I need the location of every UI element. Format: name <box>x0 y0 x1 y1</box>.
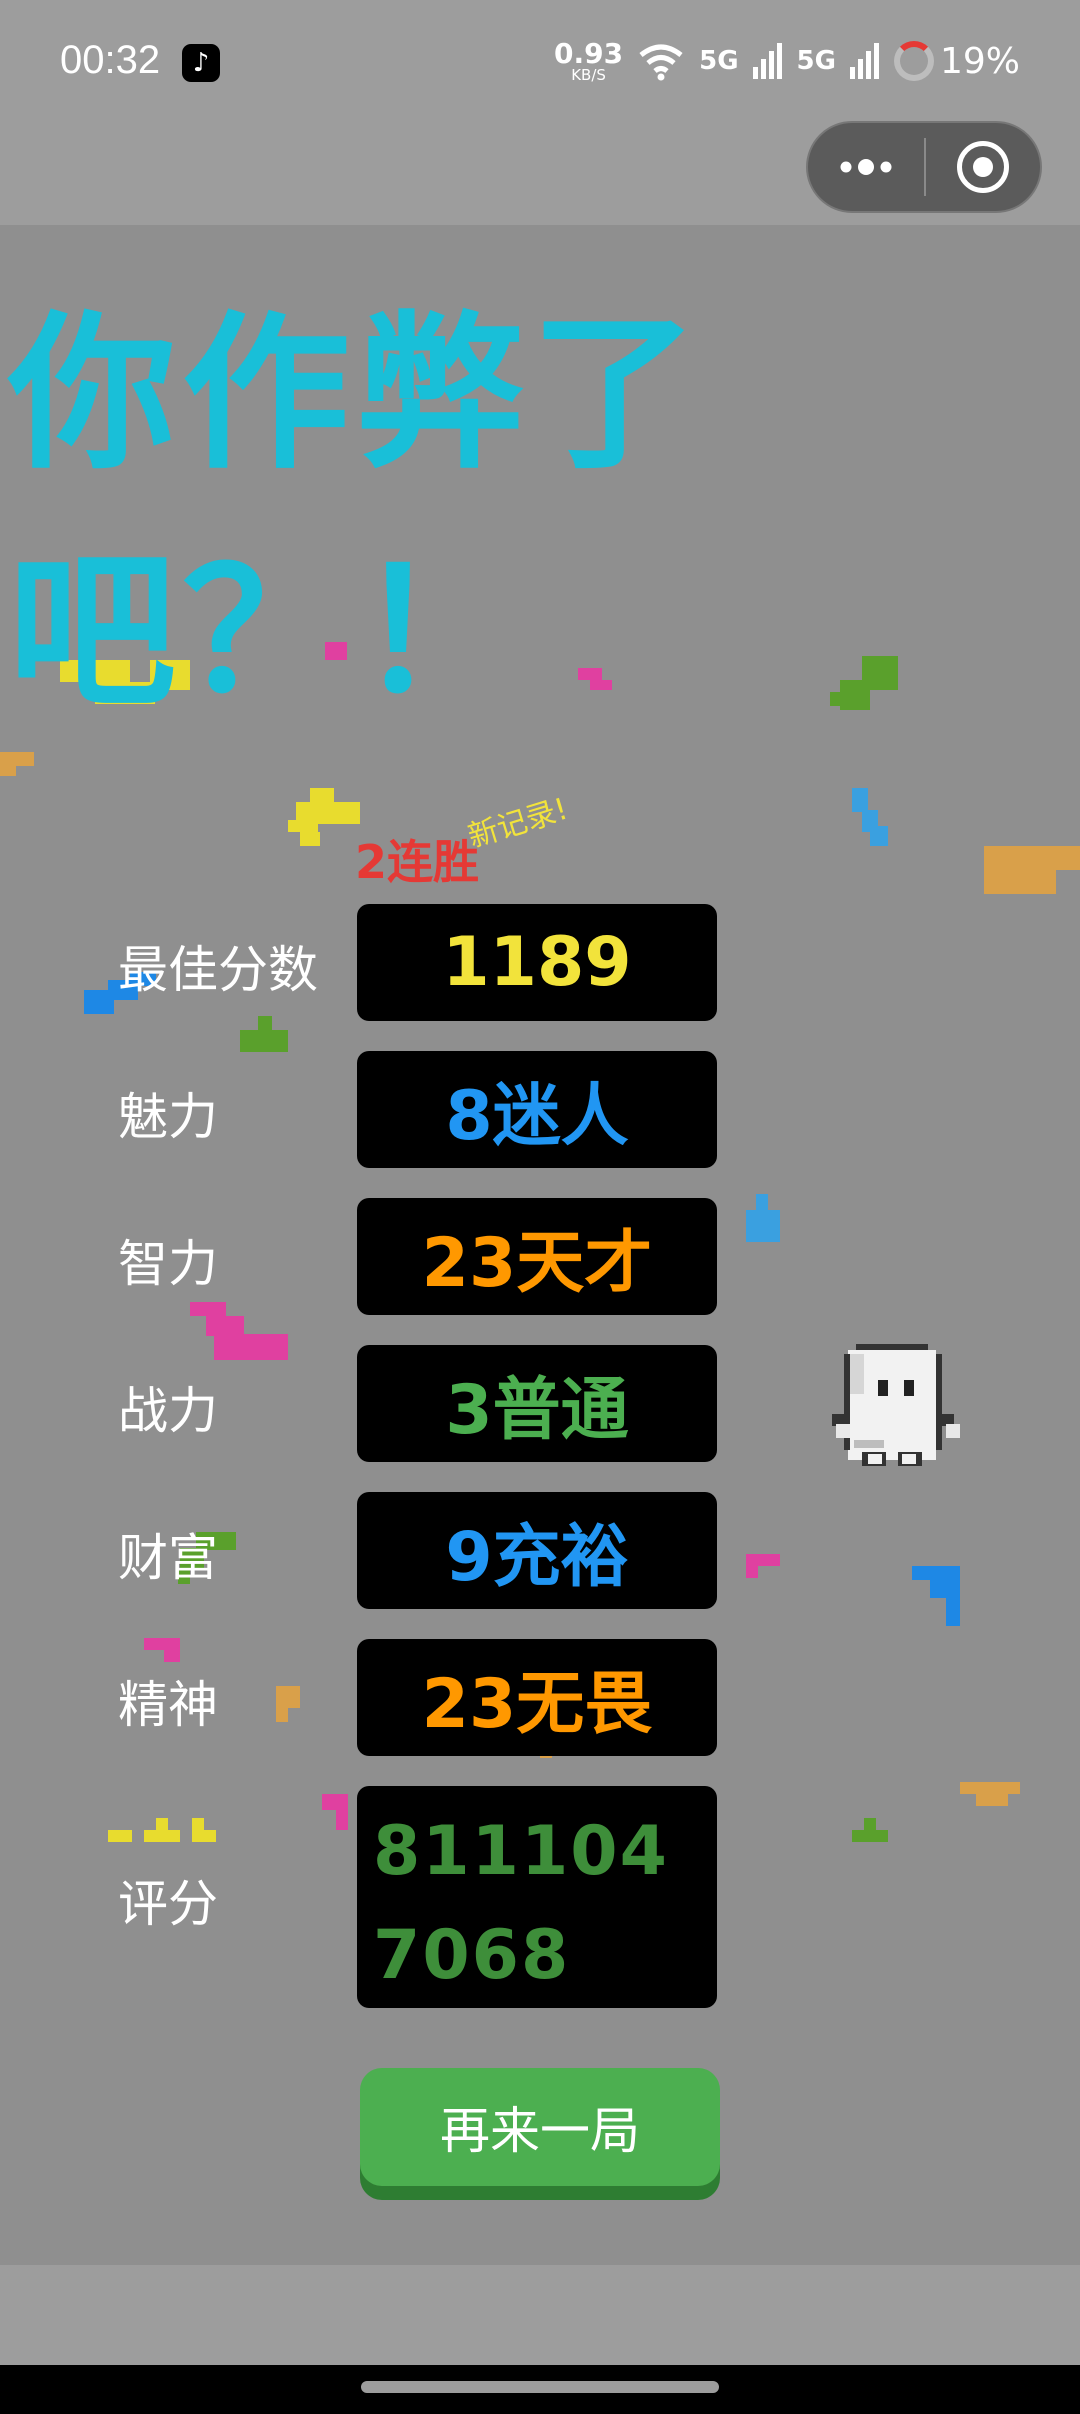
confetti-yellow <box>192 1830 216 1842</box>
net-speed: 0.93 KB/S <box>554 36 624 84</box>
status-time: 00:32 <box>60 38 161 82</box>
home-indicator[interactable] <box>361 2381 719 2393</box>
stat-label-intelligence: 智力 <box>118 1235 218 1293</box>
play-again-button[interactable]: 再来一局 <box>360 2068 720 2200</box>
more-dots-icon <box>840 159 892 175</box>
confetti-pink <box>746 1566 758 1578</box>
stat-label-wealth: 财富 <box>118 1529 218 1587</box>
confetti-blue <box>912 1566 960 1580</box>
confetti-pink <box>206 1316 244 1336</box>
status-icons: 0.93 KB/S 5G 5G 19% <box>554 36 1020 86</box>
stat-value-combat: 3普通 <box>357 1345 717 1462</box>
confetti-pink <box>190 1302 226 1316</box>
confetti-yellow <box>192 1818 204 1830</box>
confetti-yellow <box>300 832 320 846</box>
confetti-green <box>258 1016 272 1030</box>
confetti-pink <box>144 1638 180 1650</box>
stat-label-best-score: 最佳分数 <box>118 941 318 999</box>
wifi-icon <box>639 44 683 81</box>
stat-label-charm: 魅力 <box>118 1088 218 1146</box>
confetti-blue <box>746 1210 780 1242</box>
battery-percent: 19% <box>939 40 1020 82</box>
stat-label-spirit: 精神 <box>118 1676 218 1734</box>
stat-value-wealth: 9充裕 <box>357 1492 717 1609</box>
confetti-yellow <box>288 820 318 832</box>
stat-value-best-score: 1189 <box>357 904 717 1021</box>
headline-line-1: 你作弊了 <box>8 296 704 492</box>
confetti-blue <box>870 826 888 846</box>
mini-program-capsule <box>806 121 1042 213</box>
confetti-blue <box>852 788 868 812</box>
confetti-green <box>864 1818 876 1830</box>
stat-label-combat: 战力 <box>118 1382 218 1440</box>
confetti-yellow <box>310 788 334 802</box>
confetti-orange <box>0 752 34 766</box>
battery-ring-icon <box>893 41 934 81</box>
confetti-orange <box>276 1686 300 1708</box>
confetti-pink <box>746 1554 780 1566</box>
stat-value-charm: 8迷人 <box>357 1051 717 1168</box>
battery-indicator: 19% <box>893 40 1020 82</box>
signal-5g-label-2: 5G <box>796 46 836 76</box>
confetti-yellow <box>156 1818 168 1830</box>
confetti-green <box>852 1830 888 1842</box>
status-bar: 00:32 ♪ 0.93 KB/S 5G 5G 19% <box>0 0 1080 125</box>
confetti-orange <box>276 1706 288 1722</box>
headline-line-2: 吧？！ <box>8 534 530 730</box>
confetti-pink <box>214 1334 288 1360</box>
confetti-green <box>240 1030 288 1052</box>
confetti-pink <box>322 1794 348 1810</box>
bottom-band <box>0 2265 1080 2365</box>
play-again-button-label: 再来一局 <box>360 2068 720 2186</box>
confetti-pink <box>164 1650 180 1662</box>
signal-bars-icon <box>752 43 782 79</box>
stat-value-intelligence: 23天才 <box>357 1198 717 1315</box>
confetti-blue <box>946 1596 960 1626</box>
confetti-orange <box>0 766 16 776</box>
confetti-yellow <box>144 1830 180 1842</box>
stat-value-spirit: 23无畏 <box>357 1639 717 1756</box>
win-streak-badge: 2连胜 <box>355 835 480 889</box>
close-button[interactable] <box>926 123 1040 211</box>
score-label: 评分 <box>118 1875 218 1933</box>
tiktok-icon: ♪ <box>182 44 220 82</box>
target-circle-icon <box>957 141 1009 193</box>
score-value: 8111047068 <box>357 1786 717 2008</box>
signal-bars-icon <box>849 43 879 79</box>
pixel-ghost-character <box>832 1344 960 1466</box>
confetti-yellow <box>108 1830 132 1842</box>
confetti-blue <box>756 1194 768 1210</box>
confetti-orange <box>960 1782 1020 1794</box>
more-button[interactable] <box>808 123 924 211</box>
signal-5g-label-1: 5G <box>699 46 739 76</box>
confetti-pink <box>336 1810 348 1830</box>
confetti-orange <box>984 860 1008 874</box>
confetti-orange <box>976 1794 1008 1806</box>
